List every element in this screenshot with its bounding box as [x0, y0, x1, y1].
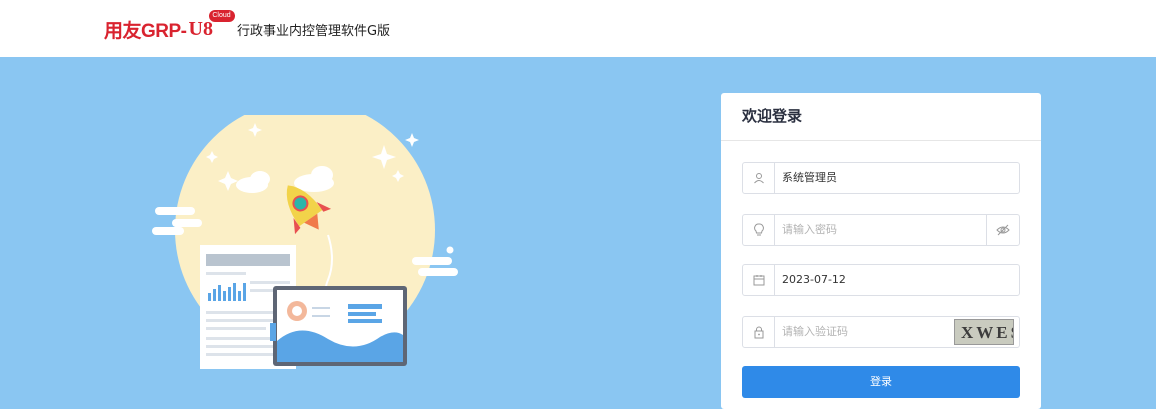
date-field[interactable]: 2023-07-12	[742, 264, 1020, 296]
hero-illustration	[152, 115, 458, 369]
logo-text: 用友GRP-	[104, 20, 187, 42]
logo-us-text: U8	[188, 17, 213, 40]
username-field[interactable]: 系统管理员	[742, 162, 1020, 194]
captcha-field[interactable]: 请输入验证码 XWES	[742, 316, 1020, 348]
login-button[interactable]: 登录	[742, 366, 1020, 398]
username-value[interactable]: 系统管理员	[782, 163, 837, 193]
password-field[interactable]: 请输入密码	[742, 214, 1020, 246]
brand: 用友GRP- U8 Cloud 行政事业内控管理软件G版	[104, 9, 391, 46]
user-icon	[743, 163, 775, 193]
calendar-icon	[743, 265, 775, 295]
captcha-text: XWES	[961, 323, 1013, 342]
login-card: 欢迎登录 系统管理员 请输入密码 2023-07-12 请输入验证码 XWES …	[721, 93, 1041, 409]
eye-off-icon[interactable]	[986, 215, 1019, 245]
logo-cloud-badge: Cloud	[208, 9, 235, 22]
monitor-dashboard	[270, 286, 407, 366]
top-header: 用友GRP- U8 Cloud 行政事业内控管理软件G版	[0, 0, 1156, 57]
lock-icon	[743, 317, 775, 347]
product-name: 行政事业内控管理软件G版	[236, 23, 391, 39]
date-value[interactable]: 2023-07-12	[782, 265, 846, 295]
captcha-input[interactable]: 请输入验证码	[782, 317, 848, 347]
password-input[interactable]: 请输入密码	[782, 215, 837, 245]
logo-us: U8 Cloud	[188, 9, 235, 41]
captcha-image[interactable]: XWES	[954, 319, 1014, 345]
login-title: 欢迎登录	[721, 93, 1041, 141]
lightbulb-icon	[743, 215, 775, 245]
